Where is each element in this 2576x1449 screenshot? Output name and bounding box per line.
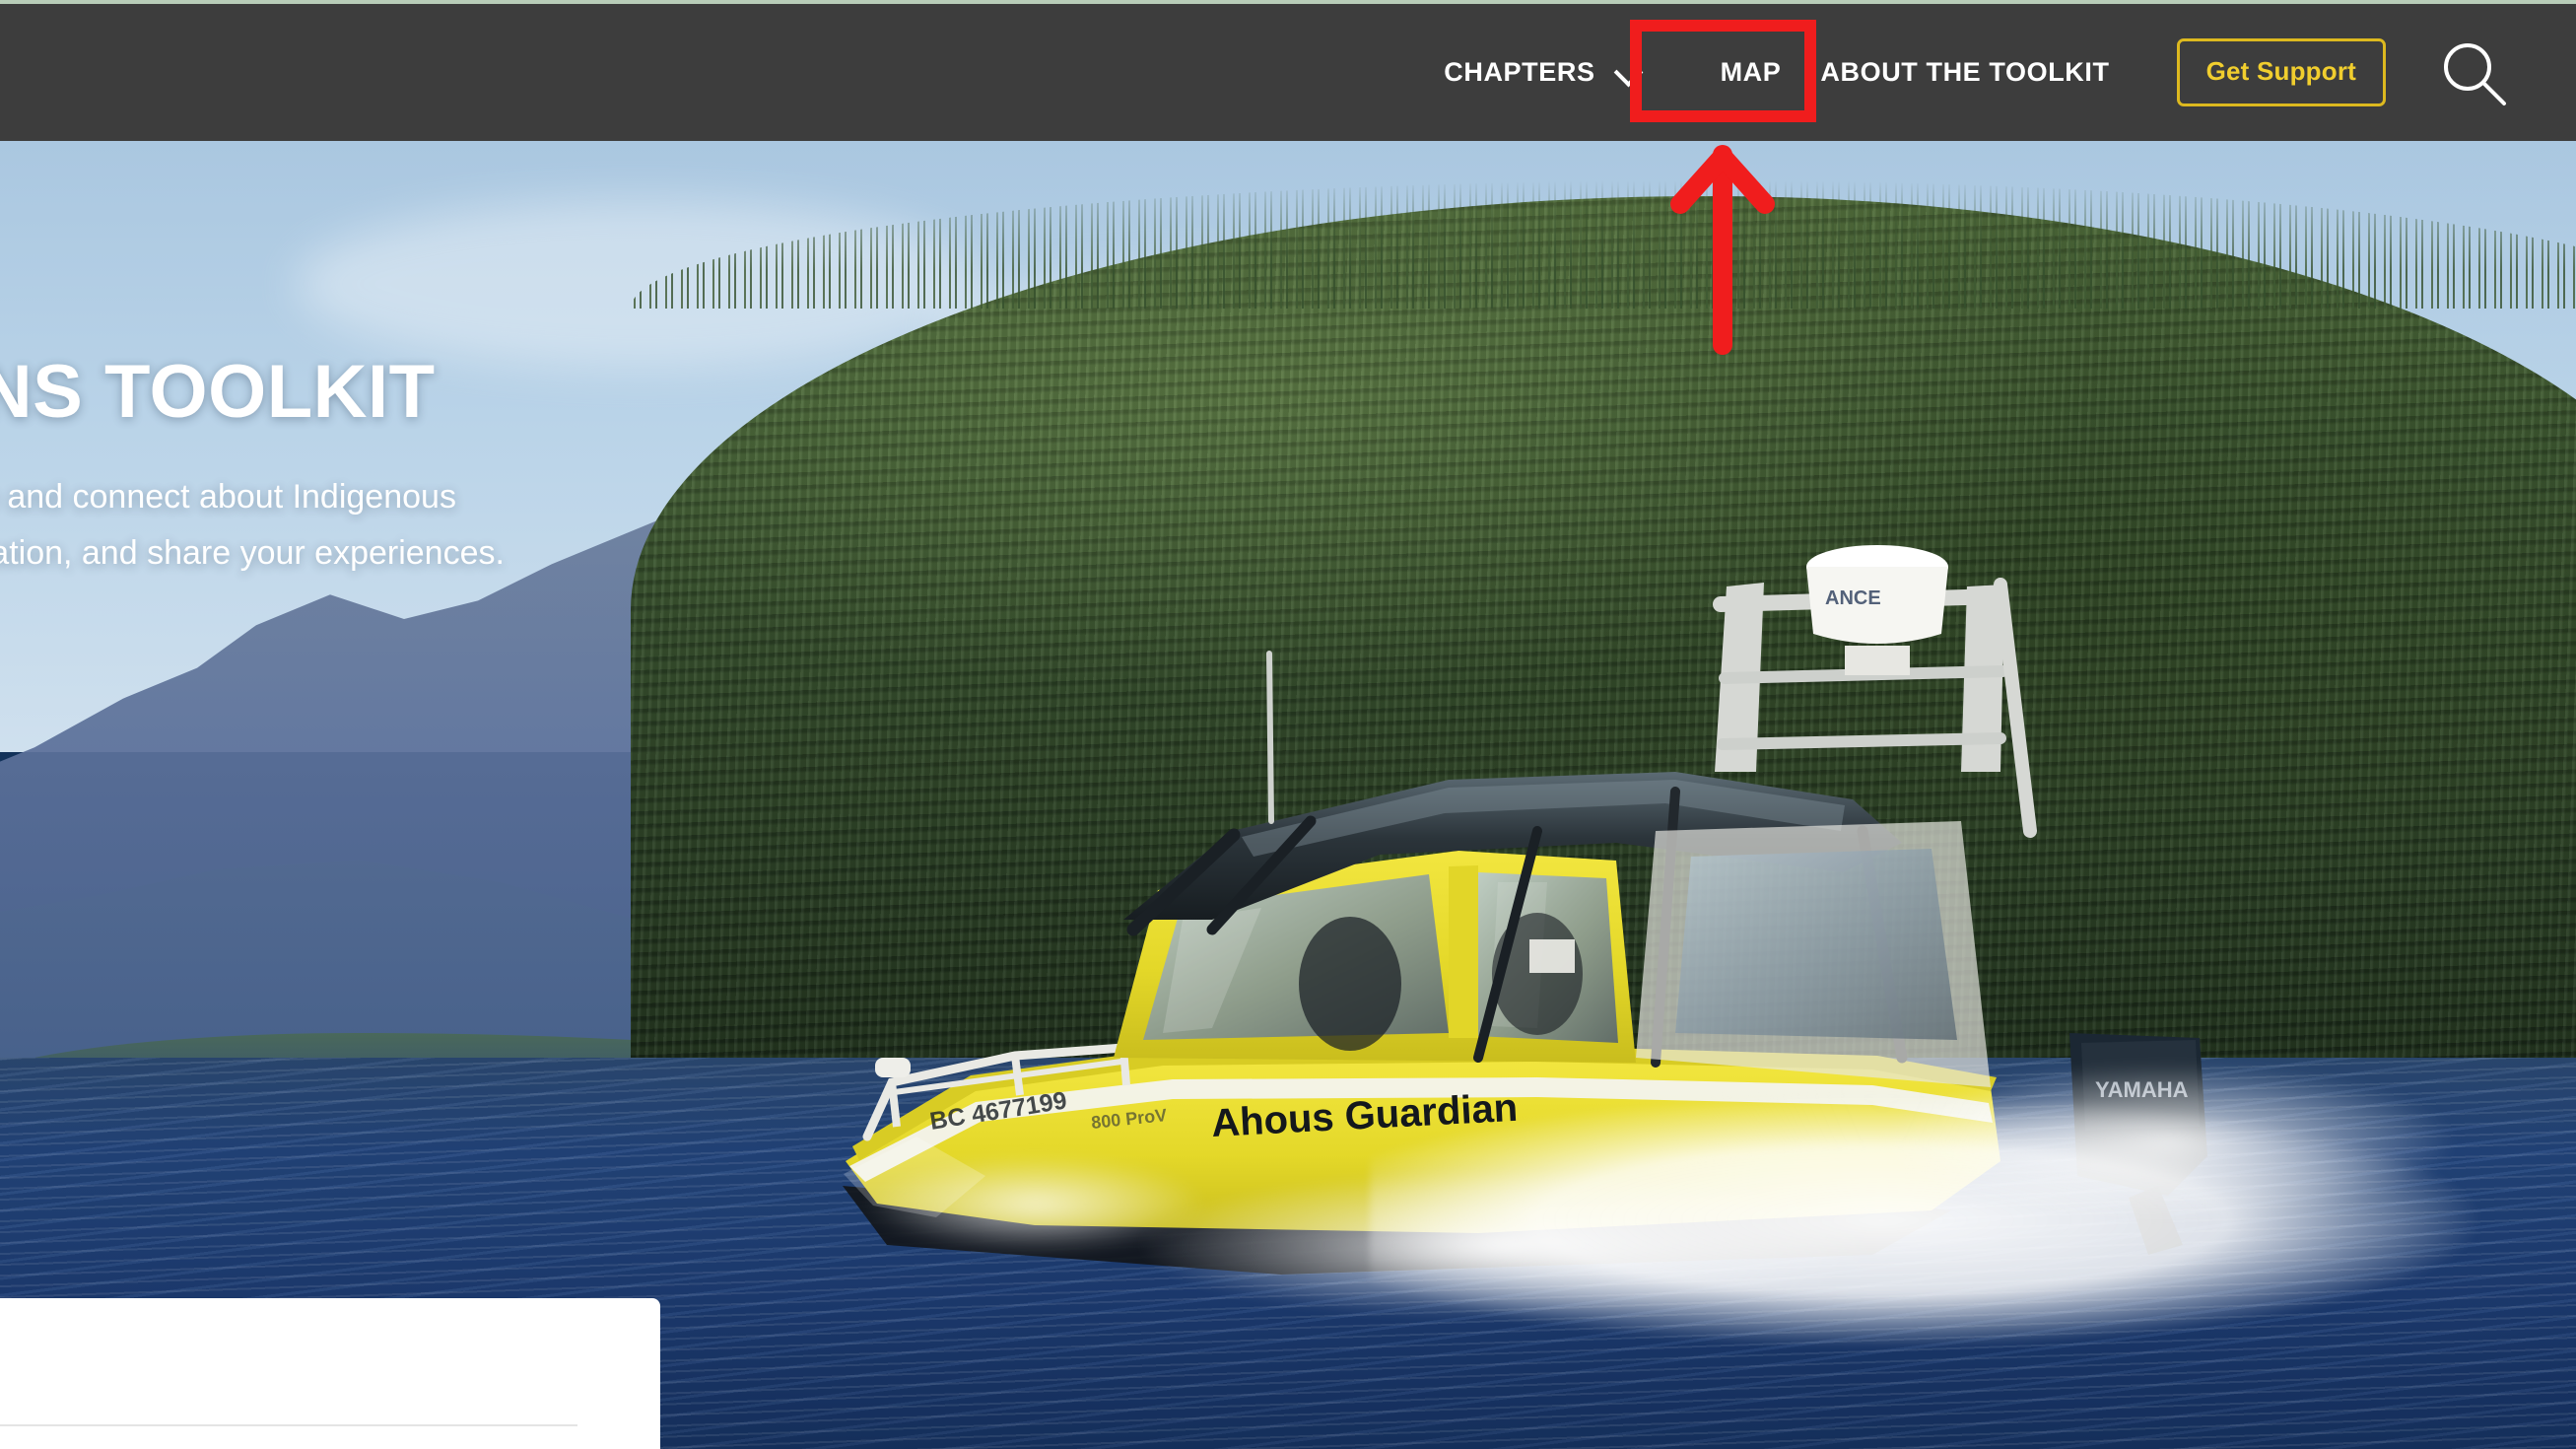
hero-subtitle-line-1: o learn, share and connect about Indigen…: [0, 478, 456, 517]
get-support-button[interactable]: Get Support: [2176, 38, 2386, 106]
nav-item-about-the-toolkit[interactable]: ABOUT THE TOOLKIT: [1820, 57, 2109, 88]
hero-carousel[interactable]: ANCE YAMAHA Ahous Guardian BC 4677199 80…: [0, 141, 2576, 1449]
bow-spray: [808, 1146, 1222, 1275]
wake-spray-right: [1823, 1058, 2513, 1245]
nav-item-chapters-label: CHAPTERS: [1444, 57, 1595, 87]
page-root: CHAPTERS MAP ABOUT THE TOOLKIT Get Suppo…: [0, 0, 2576, 1449]
primary-navigation: CHAPTERS MAP ABOUT THE TOOLKIT Get Suppo…: [1444, 4, 2576, 141]
page-title: RDIANS TOOLKIT: [0, 350, 436, 434]
nav-item-about-label: ABOUT THE TOOLKIT: [1820, 57, 2110, 87]
panel-divider: [0, 1424, 577, 1426]
nav-item-chapters[interactable]: CHAPTERS: [1444, 57, 1641, 88]
search-icon[interactable]: [2435, 34, 2512, 111]
site-header: CHAPTERS MAP ABOUT THE TOOLKIT Get Suppo…: [0, 4, 2576, 141]
hero-copy: RDIANS TOOLKIT o learn, share and connec…: [0, 353, 779, 582]
svg-text:ANCE: ANCE: [1825, 587, 1881, 609]
chevron-down-icon: [1616, 60, 1642, 86]
hero-subtitle-line-2: actical information, and share your expe…: [0, 534, 505, 573]
top-accent-rule: [0, 0, 2576, 4]
nav-item-map[interactable]: MAP: [1721, 57, 1782, 88]
bottom-content-panel: [0, 1298, 660, 1449]
nav-item-map-label: MAP: [1720, 57, 1782, 87]
